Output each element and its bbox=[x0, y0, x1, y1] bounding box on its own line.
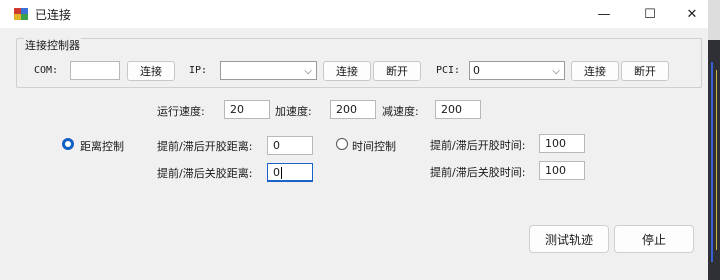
distance-open-label: 提前/滞后开胶距离: bbox=[157, 140, 253, 153]
pci-disconnect-button[interactable]: 断开 bbox=[621, 61, 669, 81]
pci-connect-button[interactable]: 连接 bbox=[571, 61, 619, 81]
deceleration-label: 减速度: bbox=[382, 105, 419, 118]
deceleration-input[interactable]: 200 bbox=[435, 100, 481, 119]
time-close-input[interactable]: 100 bbox=[539, 161, 585, 180]
background-window-strip bbox=[708, 0, 720, 280]
pci-combobox[interactable]: 0 ⌵ bbox=[469, 61, 565, 80]
close-button[interactable]: ✕ bbox=[672, 0, 712, 28]
ip-combobox[interactable]: ⌵ bbox=[220, 61, 317, 80]
chevron-down-icon[interactable]: ⌵ bbox=[552, 63, 560, 80]
distance-open-input[interactable]: 0 bbox=[267, 136, 313, 155]
minimize-icon: — bbox=[597, 6, 611, 22]
com-label: COM: bbox=[34, 65, 59, 76]
dialog-window: 已连接 — ☐ ✕ 连接控制器 COM: 连接 IP: ⌵ 连接 断开 PCI:… bbox=[0, 0, 708, 280]
distance-control-radio[interactable] bbox=[62, 138, 74, 150]
distance-close-value: 0 bbox=[273, 166, 280, 179]
ip-connect-button[interactable]: 连接 bbox=[323, 61, 371, 81]
close-icon: ✕ bbox=[686, 6, 698, 22]
com-input[interactable] bbox=[70, 61, 120, 80]
app-icon bbox=[14, 8, 28, 20]
test-trajectory-button[interactable]: 测试轨迹 bbox=[529, 225, 609, 253]
chevron-down-icon[interactable]: ⌵ bbox=[304, 63, 312, 80]
time-control-label[interactable]: 时间控制 bbox=[352, 138, 396, 154]
groupbox-title: 连接控制器 bbox=[24, 37, 81, 53]
window-title: 已连接 bbox=[35, 8, 72, 22]
run-speed-label: 运行速度: bbox=[157, 105, 205, 118]
time-open-label: 提前/滞后开胶时间: bbox=[430, 139, 526, 152]
time-control-radio[interactable] bbox=[336, 138, 348, 150]
ip-disconnect-button[interactable]: 断开 bbox=[373, 61, 421, 81]
pci-label: PCI: bbox=[436, 65, 461, 76]
distance-close-input[interactable]: 0 bbox=[267, 163, 313, 182]
distance-control-label[interactable]: 距离控制 bbox=[80, 138, 124, 154]
acceleration-input[interactable]: 200 bbox=[330, 100, 376, 119]
text-caret bbox=[281, 167, 282, 179]
run-speed-input[interactable]: 20 bbox=[224, 100, 270, 119]
distance-close-label: 提前/滞后关胶距离: bbox=[157, 167, 253, 180]
maximize-icon: ☐ bbox=[644, 6, 656, 22]
time-open-input[interactable]: 100 bbox=[539, 134, 585, 153]
stop-button[interactable]: 停止 bbox=[614, 225, 694, 253]
time-close-label: 提前/滞后关胶时间: bbox=[430, 166, 526, 179]
maximize-button[interactable]: ☐ bbox=[630, 0, 670, 28]
acceleration-label: 加速度: bbox=[275, 105, 312, 118]
com-connect-button[interactable]: 连接 bbox=[127, 61, 175, 81]
title-bar[interactable]: 已连接 — ☐ ✕ bbox=[0, 0, 708, 28]
ip-label: IP: bbox=[189, 65, 208, 76]
minimize-button[interactable]: — bbox=[584, 0, 624, 28]
pci-value: 0 bbox=[473, 64, 480, 77]
